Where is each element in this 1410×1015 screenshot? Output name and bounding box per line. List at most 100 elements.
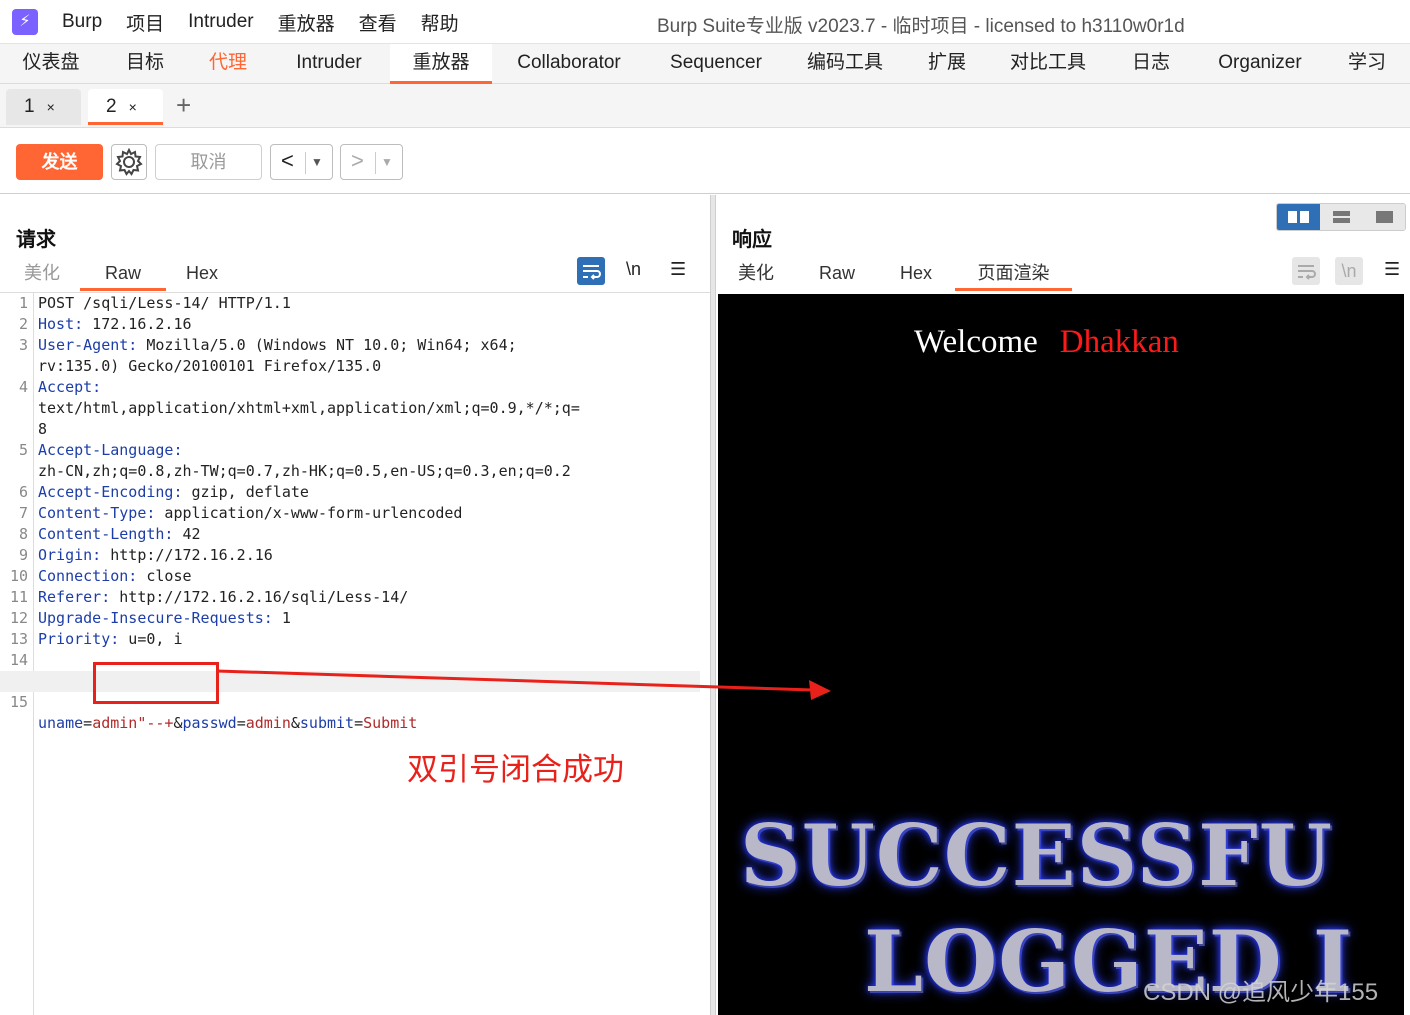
- annotation-text: 双引号闭合成功: [407, 752, 624, 787]
- hamburger-menu-icon[interactable]: ☰: [670, 259, 686, 280]
- request-line[interactable]: 4 Accept:: [0, 377, 700, 398]
- line-number: 4: [18, 378, 28, 396]
- response-panel: 响应 美化 Raw Hex 页面渲染 \n ☰ Welcome Dhakkan S…: [716, 195, 1410, 1015]
- response-view-tabs: 美化 Raw Hex 页面渲染 \n ☰: [716, 257, 1410, 291]
- settings-button[interactable]: [111, 144, 147, 180]
- body-token: submit: [299, 714, 355, 732]
- header-value: rv:135.0) Gecko/20100101 Firefox/135.0: [38, 357, 382, 375]
- response-tab-hex[interactable]: Hex: [900, 257, 932, 291]
- menu-bar: Burp 项目 Intruder 重放器 查看 帮助: [50, 0, 471, 44]
- response-tab-render[interactable]: 页面渲染: [955, 257, 1072, 291]
- tab-logger[interactable]: 日志: [1120, 44, 1182, 84]
- request-line-text: Connection: close: [38, 566, 192, 587]
- tab-repeater[interactable]: 重放器: [390, 44, 492, 84]
- tab-intruder[interactable]: Intruder: [280, 44, 378, 84]
- history-forward-button[interactable]: > ▼: [340, 144, 403, 180]
- layout-side-by-side-button[interactable]: [1277, 204, 1320, 230]
- request-editor[interactable]: 1 POST /sqli/Less-14/ HTTP/1.1 2 Host: 172.…: [0, 292, 710, 1015]
- request-line[interactable]: 11 Referer: http://172.16.2.16/sqli/Less-…: [0, 587, 700, 608]
- close-icon[interactable]: ×: [129, 99, 137, 115]
- menu-project[interactable]: 项目: [126, 9, 164, 36]
- success-banner-line-1: SUCCESSFU: [740, 806, 1334, 905]
- request-line[interactable]: zh-CN,zh;q=0.8,zh-TW;q=0.7,zh-HK;q=0.5,e…: [0, 461, 700, 482]
- request-tab-hex[interactable]: Hex: [186, 257, 218, 291]
- request-line[interactable]: 12 Upgrade-Insecure-Requests: 1: [0, 608, 700, 629]
- tab-dashboard[interactable]: 仪表盘: [10, 44, 92, 84]
- header-value: 42: [173, 525, 201, 543]
- menu-intruder[interactable]: Intruder: [188, 11, 253, 33]
- tab-learn[interactable]: 学习: [1336, 44, 1398, 84]
- request-line-text: Content-Type: application/x-www-form-url…: [38, 503, 462, 524]
- tab-organizer[interactable]: Organizer: [1206, 44, 1314, 84]
- menu-repeater[interactable]: 重放器: [278, 9, 335, 36]
- response-tab-raw[interactable]: Raw: [819, 257, 855, 291]
- tab-proxy[interactable]: 代理: [192, 44, 264, 84]
- request-line[interactable]: text/html,application/xhtml+xml,applicat…: [0, 398, 700, 419]
- request-line[interactable]: 13 Priority: u=0, i: [0, 629, 700, 650]
- response-tab-pretty[interactable]: 美化: [738, 257, 774, 291]
- repeater-tab-1[interactable]: 1 ×: [6, 89, 81, 125]
- button-divider: [305, 152, 306, 174]
- repeater-tab-label: 1: [24, 96, 35, 117]
- tab-target[interactable]: 目标: [110, 44, 180, 84]
- menu-view[interactable]: 查看: [359, 9, 397, 36]
- header-key: Host:: [38, 315, 84, 333]
- request-line[interactable]: 5 Accept-Language:: [0, 440, 700, 461]
- tab-extensions[interactable]: 扩展: [916, 44, 978, 84]
- line-number: 10: [9, 567, 28, 585]
- hamburger-menu-icon[interactable]: ☰: [1384, 259, 1400, 280]
- layout-top-bottom-button[interactable]: [1320, 204, 1363, 230]
- request-line-text: Origin: http://172.16.2.16: [38, 545, 273, 566]
- newline-icon[interactable]: \n: [1335, 257, 1363, 285]
- wrap-lines-icon: [1298, 265, 1316, 280]
- request-line[interactable]: 8: [0, 419, 700, 440]
- welcome-text: Welcome: [914, 324, 1038, 360]
- request-line[interactable]: 1 POST /sqli/Less-14/ HTTP/1.1: [0, 293, 700, 314]
- tab-sequencer[interactable]: Sequencer: [658, 44, 774, 84]
- word-wrap-icon[interactable]: [1292, 257, 1320, 285]
- request-line-text: 8: [38, 419, 47, 440]
- line-number: 8: [18, 525, 28, 543]
- header-key: Referer:: [38, 588, 111, 606]
- chevron-down-icon[interactable]: ▼: [381, 146, 393, 178]
- header-value: close: [137, 567, 192, 585]
- header-value: 8: [38, 420, 48, 438]
- add-tab-icon[interactable]: +: [176, 90, 191, 121]
- tab-comparer[interactable]: 对比工具: [1000, 44, 1096, 84]
- username-text: Dhakkan: [1059, 324, 1179, 360]
- request-tab-raw[interactable]: Raw: [80, 257, 166, 291]
- history-back-button[interactable]: < ▼: [270, 144, 333, 180]
- request-line[interactable]: 2 Host: 172.16.2.16: [0, 314, 700, 335]
- request-line[interactable]: 3 User-Agent: Mozilla/5.0 (Windows NT 10.…: [0, 335, 700, 356]
- burp-logo-icon: ⚡: [12, 9, 38, 35]
- layout-tabs-button[interactable]: [1363, 204, 1405, 230]
- request-line[interactable]: 6 Accept-Encoding: gzip, deflate: [0, 482, 700, 503]
- send-button[interactable]: 发送: [16, 144, 103, 180]
- repeater-tab-2[interactable]: 2 ×: [88, 89, 163, 125]
- header-key: Accept-Encoding:: [38, 483, 183, 501]
- request-tab-pretty[interactable]: 美化: [24, 257, 60, 291]
- request-line[interactable]: 9 Origin: http://172.16.2.16: [0, 545, 700, 566]
- request-line[interactable]: rv:135.0) Gecko/20100101 Firefox/135.0: [0, 356, 700, 377]
- request-line[interactable]: 10 Connection: close: [0, 566, 700, 587]
- request-line[interactable]: 7 Content-Type: application/x-www-form-ur…: [0, 503, 700, 524]
- word-wrap-icon[interactable]: [577, 257, 605, 285]
- header-value: Mozilla/5.0 (Windows NT 10.0; Win64; x64…: [137, 336, 517, 354]
- request-line-text: Priority: u=0, i: [38, 629, 183, 650]
- line-number: 2: [18, 315, 28, 333]
- chevron-down-icon[interactable]: ▼: [311, 146, 323, 178]
- header-value: http://172.16.2.16/sqli/Less-14/: [110, 588, 409, 606]
- header-value: http://172.16.2.16: [101, 546, 273, 564]
- body-token: =: [83, 714, 93, 732]
- request-line-text: text/html,application/xhtml+xml,applicat…: [38, 398, 580, 419]
- request-line[interactable]: 8 Content-Length: 42: [0, 524, 700, 545]
- tab-decoder[interactable]: 编码工具: [798, 44, 892, 84]
- menu-help[interactable]: 帮助: [421, 9, 459, 36]
- line-number: 1: [18, 294, 28, 312]
- cancel-button[interactable]: 取消: [155, 144, 262, 180]
- tab-collaborator[interactable]: Collaborator: [504, 44, 634, 84]
- menu-burp[interactable]: Burp: [62, 11, 102, 33]
- newline-icon[interactable]: \n: [626, 259, 641, 280]
- close-icon[interactable]: ×: [47, 99, 55, 115]
- button-divider: [375, 152, 376, 174]
